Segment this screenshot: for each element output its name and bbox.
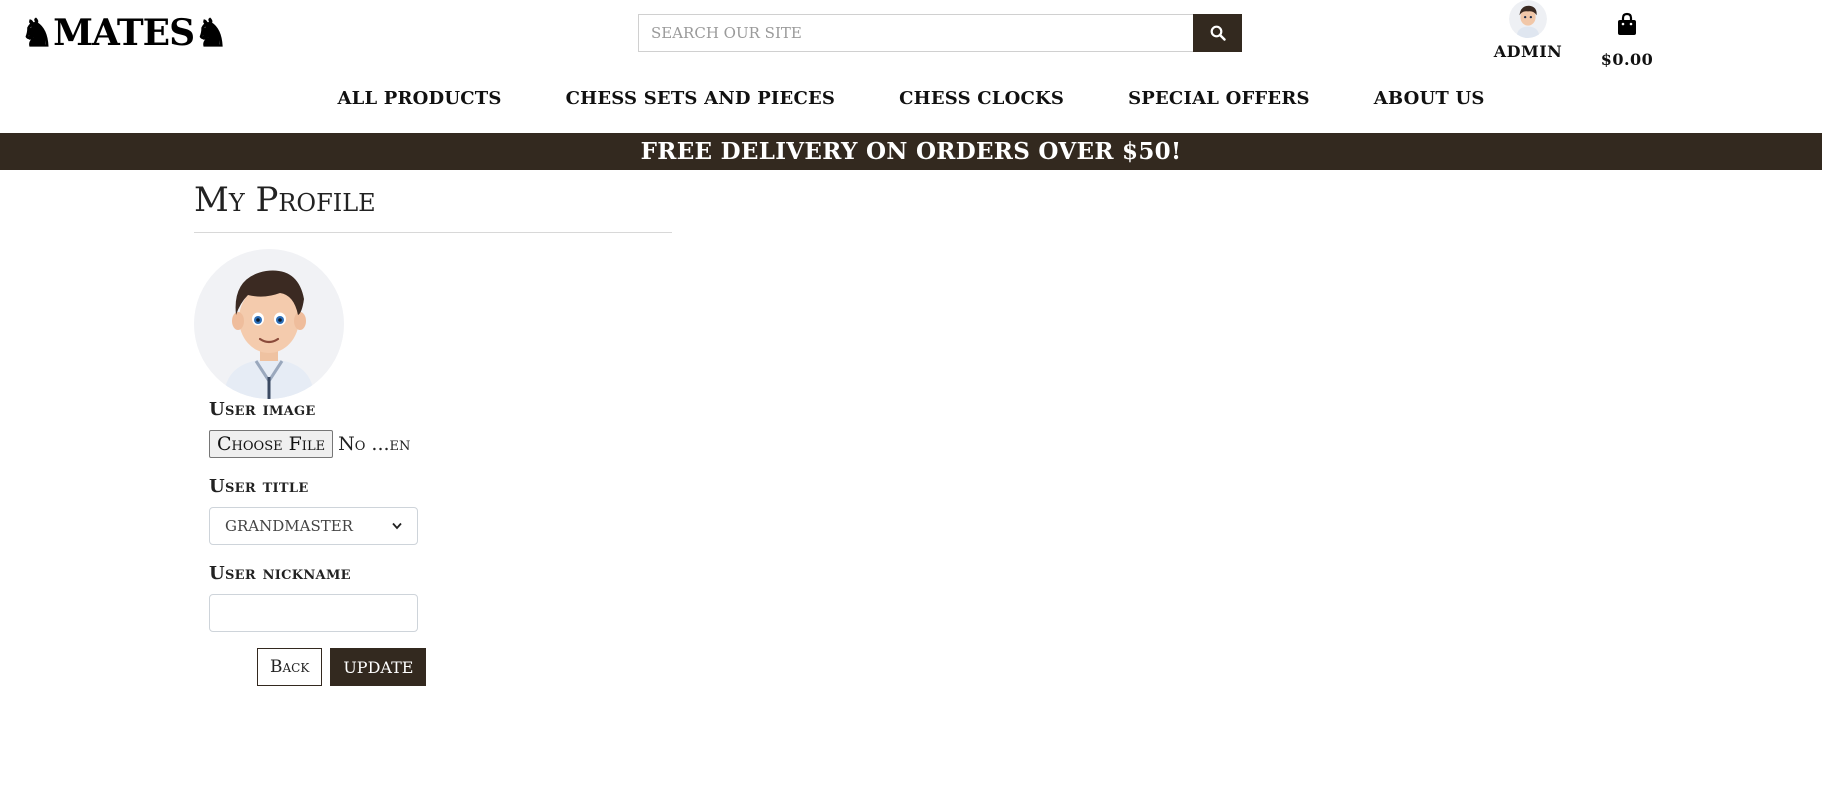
search-button[interactable] xyxy=(1193,14,1242,52)
nav-all-products[interactable]: ALL PRODUCTS xyxy=(305,88,533,109)
back-button[interactable]: Back xyxy=(257,648,323,686)
choose-file-button[interactable]: Choose File xyxy=(209,430,334,458)
profile-form: User image Choose File No ...en User tit… xyxy=(194,399,1822,686)
nav-chess-clocks[interactable]: CHESS CLOCKS xyxy=(867,88,1096,109)
profile-image xyxy=(194,249,344,399)
nav-special-offers[interactable]: SPECIAL OFFERS xyxy=(1096,88,1342,109)
user-title-value: GRANDMASTER xyxy=(225,517,353,535)
user-title-select[interactable]: GRANDMASTER xyxy=(209,507,418,545)
cart-link[interactable]: $0.00 xyxy=(1594,12,1660,69)
nav-about-us[interactable]: ABOUT US xyxy=(1342,88,1517,109)
account-link[interactable]: ADMIN xyxy=(1490,0,1566,61)
form-actions: Back UPDATE xyxy=(257,648,1822,686)
shopping-bag-icon xyxy=(1618,12,1636,35)
chevron-down-icon xyxy=(392,522,402,530)
user-image-label: User image xyxy=(209,399,316,420)
update-button[interactable]: UPDATE xyxy=(330,648,427,686)
account-label: ADMIN xyxy=(1493,42,1563,61)
file-status: No ...en xyxy=(338,433,411,455)
file-input: Choose File No ...en xyxy=(209,430,1822,458)
chess-knight-icon: ♞ xyxy=(194,10,228,55)
search-bar xyxy=(638,14,1242,52)
delivery-banner: FREE DELIVERY ON ORDERS OVER $50! xyxy=(0,133,1822,170)
page-title: My Profile xyxy=(194,180,672,233)
avatar xyxy=(1509,0,1547,38)
search-input[interactable] xyxy=(638,14,1193,52)
cart-total: $0.00 xyxy=(1600,50,1654,69)
user-nickname-input[interactable] xyxy=(209,594,418,632)
site-header: ♞ MATES ♞ ADMIN $0.00 xyxy=(0,0,1822,133)
user-title-label: User title xyxy=(209,476,309,497)
nav-chess-sets[interactable]: CHESS SETS AND PIECES xyxy=(534,88,868,109)
site-logo[interactable]: ♞ MATES ♞ xyxy=(20,10,228,55)
main-nav: ALL PRODUCTS CHESS SETS AND PIECES CHESS… xyxy=(0,88,1822,109)
search-icon xyxy=(1210,25,1226,41)
banner-text: FREE DELIVERY ON ORDERS OVER $50! xyxy=(640,138,1182,165)
chess-knight-icon: ♞ xyxy=(20,10,54,55)
user-nickname-label: User nickname xyxy=(209,563,351,584)
profile-section: My Profile User image Choose File No ...… xyxy=(0,180,1822,686)
logo-text: MATES xyxy=(53,12,195,54)
